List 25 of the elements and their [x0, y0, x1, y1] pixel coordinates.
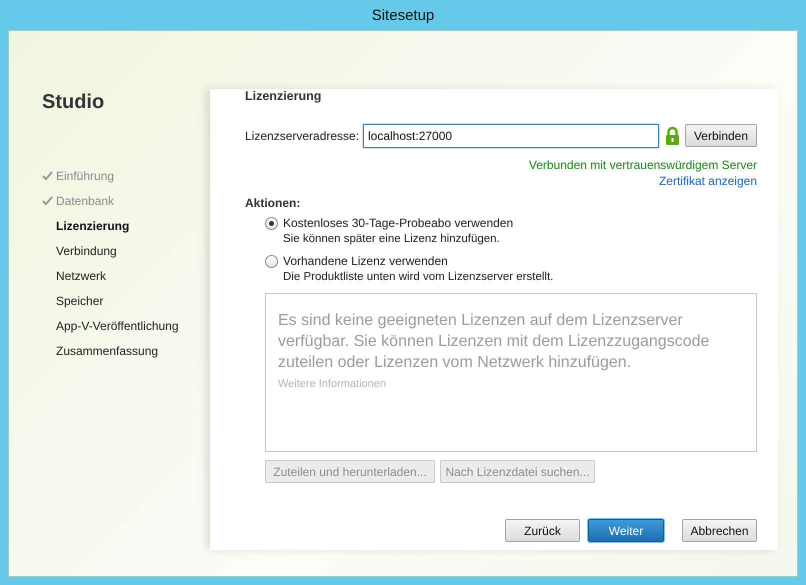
- next-button[interactable]: Weiter: [588, 519, 664, 542]
- step-item[interactable]: App-V-Veröffentlichung: [56, 318, 179, 332]
- option-hint: Die Produktliste unten wird vom Lizenzserver erstellt.: [283, 271, 554, 283]
- connect-button[interactable]: Verbinden: [685, 124, 757, 147]
- section-label: Aktionen:: [245, 196, 302, 210]
- page-heading: Lizenzierung: [245, 89, 322, 103]
- server-address-field[interactable]: localhost:27000: [363, 124, 659, 148]
- wizard-button[interactable]: Abbrechen: [682, 519, 757, 542]
- field-label: Lizenzserveradresse:: [245, 129, 360, 143]
- option-label[interactable]: Kostenloses 30-Tage-Probeabo verwenden: [283, 216, 514, 230]
- window-title: Sitesetup: [370, 6, 436, 26]
- option-label[interactable]: Vorhandene Lizenz verwenden: [283, 254, 448, 268]
- empty-message: Es sind keine geeigneten Lizenzen auf dem Lizenzserver verfügbar. Sie können Lizenzen mit dem Lizenzzugangscode zuteilen oder Lizenzen vom Netzwerk hinzufügen.: [278, 311, 710, 373]
- step-item[interactable]: Zusammenfassung: [56, 344, 158, 358]
- app-title: Studio: [42, 91, 106, 114]
- wizard-button[interactable]: Zurück: [505, 519, 580, 542]
- certificate-link[interactable]: Zertifikat anzeigen: [658, 174, 757, 188]
- step-item[interactable]: Netzwerk: [56, 268, 106, 282]
- step-item[interactable]: Lizenzierung: [56, 218, 130, 232]
- connection-status: Verbunden mit vertrauenswürdigem Server: [528, 158, 757, 172]
- option-hint: Sie können später eine Lizenz hinzufügen.: [283, 233, 501, 245]
- radio-button[interactable]: [265, 216, 278, 230]
- radio-button[interactable]: [265, 254, 278, 268]
- step-item[interactable]: Verbindung: [56, 244, 117, 258]
- step-item[interactable]: Speicher: [56, 294, 104, 308]
